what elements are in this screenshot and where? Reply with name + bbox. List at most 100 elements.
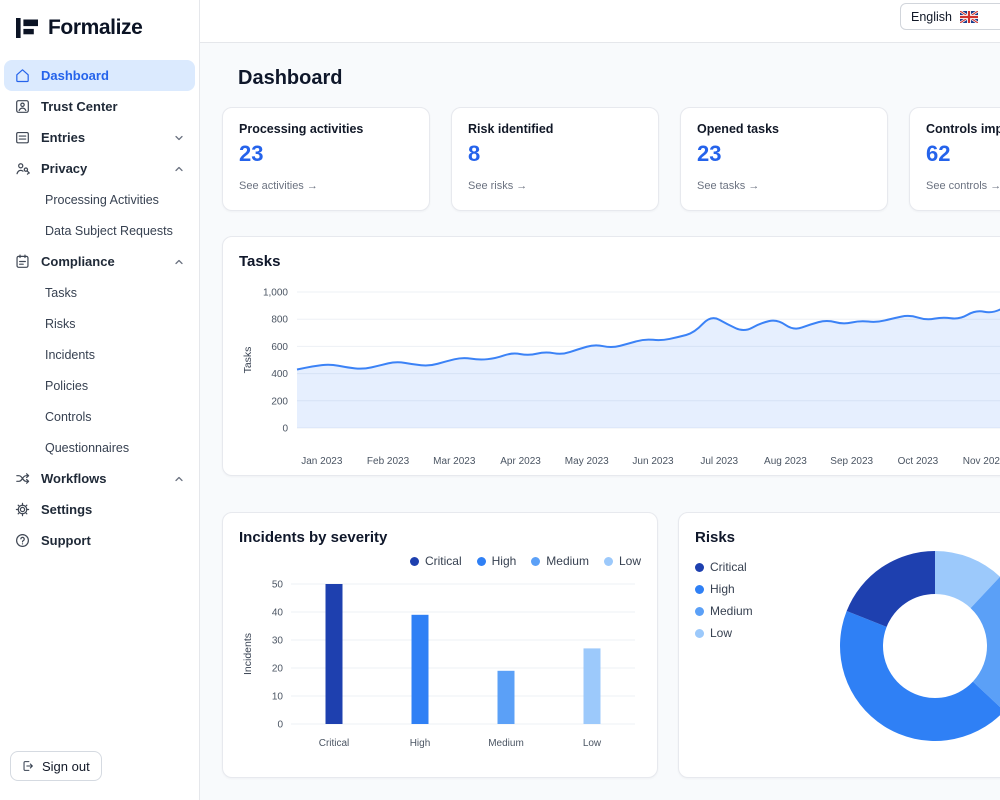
legend-dot [410,557,419,566]
see-risks-link[interactable]: See risks → [468,180,642,192]
stat-label: Risk identified [468,122,642,136]
svg-text:Jan 2023: Jan 2023 [301,456,343,467]
legend-label: Medium [546,554,589,568]
stat-value: 23 [239,141,413,167]
legend-item-medium: Medium [695,604,823,618]
legend-item-critical: Critical [695,560,823,574]
clipboard-icon [14,253,31,270]
tasks-line-chart: 02004006008001,000Jan 2023Feb 2023Mar 20… [239,276,1000,477]
see-tasks-link[interactable]: See tasks → [697,180,871,192]
language-selector[interactable]: English [900,3,1000,30]
risks-donut-chart [837,548,1000,749]
svg-text:Tasks: Tasks [242,347,254,374]
svg-text:Medium: Medium [488,738,524,749]
legend-label: Critical [710,560,747,574]
sidebar-subitem-questionnaires[interactable]: Questionnaires [4,432,195,463]
stat-value: 62 [926,141,1000,167]
svg-text:Jun 2023: Jun 2023 [632,456,674,467]
see-controls-link[interactable]: See controls → [926,180,1000,192]
svg-text:Incidents: Incidents [242,633,254,675]
home-icon [14,67,31,84]
svg-text:Aug 2023: Aug 2023 [764,456,807,467]
svg-text:30: 30 [272,636,284,647]
brand-logo: Formalize [0,0,199,60]
legend-dot [531,557,540,566]
svg-text:20: 20 [272,664,284,675]
svg-text:0: 0 [282,424,288,435]
legend-dot [477,557,486,566]
sidebar-item-label: Support [41,533,91,548]
app-window: Formalize Dashboard Trust Center [0,0,1000,800]
sidebar: Formalize Dashboard Trust Center [0,0,200,800]
stat-cards-row: Processing activities 23 See activities … [222,107,1000,211]
sidebar-item-label: Settings [41,502,92,517]
chevron-down-icon [173,132,185,144]
uk-flag-icon [960,11,978,23]
sidebar-subitem-tasks[interactable]: Tasks [4,277,195,308]
legend-dot [695,585,704,594]
legend-label: High [710,582,735,596]
svg-text:Oct 2023: Oct 2023 [898,456,939,467]
sidebar-item-support[interactable]: Support [4,525,195,556]
legend-item-high: High [695,582,823,596]
sidebar-item-settings[interactable]: Settings [4,494,195,525]
sidebar-subitem-processing-activities[interactable]: Processing Activities [4,184,195,215]
legend-dot [695,607,704,616]
sidebar-item-dashboard[interactable]: Dashboard [4,60,195,91]
svg-text:1,000: 1,000 [263,288,288,299]
chevron-up-icon [173,256,185,268]
sidebar-item-trust-center[interactable]: Trust Center [4,91,195,122]
svg-text:Low: Low [583,738,602,749]
legend-label: Critical [425,554,462,568]
sidebar-subitem-label: Incidents [45,348,95,362]
stat-label: Opened tasks [697,122,871,136]
sidebar-subitem-data-subject-requests[interactable]: Data Subject Requests [4,215,195,246]
badge-user-icon [14,98,31,115]
tasks-chart-title: Tasks [239,253,1000,270]
topbar: English [200,0,1000,43]
page-title: Dashboard [238,67,1000,90]
sign-out-label: Sign out [42,759,90,774]
stat-label: Controls implemented [926,122,1000,136]
sidebar-nav: Dashboard Trust Center Entries [0,60,199,751]
see-activities-link[interactable]: See activities → [239,180,413,192]
sidebar-item-workflows[interactable]: Workflows [4,463,195,494]
main-area: English Dashboard Processing activities … [200,0,1000,800]
incidents-legend: CriticalHighMediumLow [239,554,641,568]
incidents-chart-title: Incidents by severity [239,529,641,546]
sidebar-subitem-label: Controls [45,410,92,424]
brand-name: Formalize [48,16,142,40]
sidebar-item-label: Dashboard [41,68,109,83]
svg-text:Mar 2023: Mar 2023 [433,456,476,467]
sidebar-item-compliance[interactable]: Compliance [4,246,195,277]
sidebar-item-label: Trust Center [41,99,118,114]
incidents-chart-card: Incidents by severity Critical High Medium… [222,512,658,778]
formalize-logo-icon [14,15,40,41]
legend-item-low: Low [695,626,823,640]
tasks-chart-card: Tasks 02004006008001,000Jan 2023Feb 2023… [222,236,1000,476]
entries-icon [14,129,31,146]
sidebar-item-entries[interactable]: Entries [4,122,195,153]
svg-text:High: High [410,738,431,749]
sidebar-item-privacy[interactable]: Privacy [4,153,195,184]
stat-card-controls-implemented: Controls implemented 62 See controls → [909,107,1000,211]
legend-label: Medium [710,604,753,618]
legend-item-medium: Medium [531,554,589,568]
language-label: English [911,10,952,24]
sign-out-button[interactable]: Sign out [10,751,102,781]
sidebar-item-label: Workflows [41,471,107,486]
bottom-charts-row: Incidents by severity Critical High Medium… [222,512,1000,778]
legend-dot [695,629,704,638]
sidebar-subitem-policies[interactable]: Policies [4,370,195,401]
stat-value: 23 [697,141,871,167]
risks-legend: Critical High Medium Low [695,546,823,749]
svg-text:Sep 2023: Sep 2023 [830,456,873,467]
sidebar-subitem-risks[interactable]: Risks [4,308,195,339]
svg-text:10: 10 [272,692,284,703]
chevron-up-icon [173,163,185,175]
sidebar-subitem-incidents[interactable]: Incidents [4,339,195,370]
sidebar-subitem-controls[interactable]: Controls [4,401,195,432]
legend-label: Low [619,554,641,568]
svg-text:0: 0 [277,720,283,731]
sidebar-item-label: Entries [41,130,85,145]
